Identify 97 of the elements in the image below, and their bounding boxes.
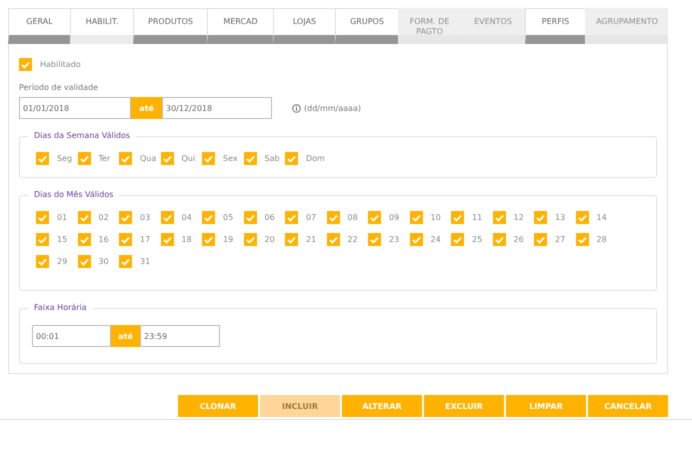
tab[interactable]: PERFIS: [525, 8, 585, 44]
checkbox-label: 25: [472, 235, 482, 244]
date-format-hint: (dd/mm/aaaa): [304, 104, 361, 112]
field-label: Período de validade: [19, 83, 99, 92]
checkbox[interactable]: [119, 152, 132, 165]
checkbox[interactable]: [410, 211, 422, 224]
checkbox-label: 11: [472, 213, 482, 222]
group-legend: Dias do Mês Válidos: [28, 190, 120, 199]
checkbox[interactable]: [19, 58, 32, 71]
tab[interactable]: LOJAS: [273, 8, 335, 44]
range-separator: até: [111, 325, 140, 347]
checkbox-label: 27: [555, 235, 566, 244]
checkbox-label: Seg: [57, 154, 72, 163]
group-legend: Dias da Semana Válidos: [28, 131, 136, 140]
checkbox[interactable]: [368, 211, 381, 224]
checkbox[interactable]: [78, 233, 90, 246]
checkbox-label: 14: [596, 213, 607, 222]
checkbox[interactable]: [160, 211, 174, 224]
checkbox[interactable]: [78, 255, 90, 268]
checkbox-label: 08: [348, 213, 358, 222]
checkbox[interactable]: [78, 152, 90, 165]
checkbox[interactable]: [36, 152, 49, 165]
range-separator: até: [131, 97, 162, 119]
checkbox-label: 19: [223, 235, 234, 244]
checkbox[interactable]: [285, 233, 298, 246]
checkbox[interactable]: [119, 233, 132, 246]
checkbox-label: 26: [514, 235, 524, 244]
checkbox[interactable]: [119, 211, 132, 224]
checkbox-label: Sab: [264, 154, 280, 163]
checkbox-label: 04: [182, 213, 192, 222]
checkbox-label: 09: [389, 213, 400, 222]
checkbox-label: 17: [140, 235, 150, 244]
checkbox-label: 03: [140, 213, 150, 222]
info-icon: [292, 104, 301, 112]
checkbox-label: 15: [57, 235, 68, 244]
checkbox[interactable]: [576, 233, 588, 246]
checkbox[interactable]: [160, 152, 174, 165]
time-field[interactable]: 00:01: [32, 325, 111, 347]
checkbox[interactable]: [36, 255, 49, 268]
tab[interactable]: MERCAD: [207, 8, 273, 44]
checkbox[interactable]: [492, 211, 506, 224]
checkbox-label: 22: [348, 235, 358, 244]
checkbox[interactable]: [36, 233, 49, 246]
checkbox[interactable]: [534, 233, 547, 246]
time-field[interactable]: 23:59: [140, 325, 220, 347]
checkbox[interactable]: [285, 211, 298, 224]
checkbox-label: Sex: [223, 154, 238, 163]
checkbox-label: 18: [182, 235, 192, 244]
checkbox[interactable]: [451, 211, 464, 224]
checkbox[interactable]: [202, 233, 215, 246]
checkbox-label: 12: [514, 213, 524, 222]
tab[interactable]: GERAL: [8, 8, 70, 44]
checkbox[interactable]: [326, 233, 340, 246]
checkbox[interactable]: [202, 152, 215, 165]
checkbox-label: 06: [264, 213, 275, 222]
checkbox-label: 24: [430, 235, 441, 244]
checkbox-label: 30: [98, 257, 109, 266]
tab[interactable]: HABILIT.: [70, 8, 133, 44]
checkbox-label: Habilitado: [40, 60, 81, 69]
checkbox[interactable]: [534, 211, 547, 224]
checkbox-label: Dom: [306, 154, 325, 163]
checkbox-label: 16: [98, 235, 109, 244]
checkbox[interactable]: [244, 211, 256, 224]
checkbox-label: 10: [430, 213, 441, 222]
checkbox[interactable]: [160, 233, 174, 246]
checkbox[interactable]: [410, 233, 422, 246]
checkbox[interactable]: [451, 233, 464, 246]
checkbox-label: 02: [98, 213, 109, 222]
checkbox-label: 29: [57, 257, 68, 266]
checkbox-label: 23: [389, 235, 400, 244]
checkbox-label: 13: [555, 213, 566, 222]
checkbox-label: Ter: [98, 154, 110, 163]
date-field[interactable]: 30/12/2018: [162, 97, 272, 119]
checkbox-label: 31: [140, 257, 150, 266]
checkbox[interactable]: [326, 211, 340, 224]
checkbox[interactable]: [368, 233, 381, 246]
checkbox[interactable]: [244, 233, 256, 246]
checkbox[interactable]: [78, 211, 90, 224]
checkbox[interactable]: [285, 152, 298, 165]
tab[interactable]: PRODUTOS: [133, 8, 207, 44]
checkbox-label: 21: [306, 235, 316, 244]
checkbox-label: 07: [306, 213, 316, 222]
date-field[interactable]: 01/01/2018: [19, 97, 131, 119]
checkbox[interactable]: [244, 152, 256, 165]
tab[interactable]: GRUPOS: [335, 8, 398, 44]
checkbox[interactable]: [576, 211, 588, 224]
checkbox-label: 28: [596, 235, 607, 244]
checkbox-label: 05: [223, 213, 234, 222]
checkbox[interactable]: [119, 255, 132, 268]
checkbox-label: 20: [264, 235, 275, 244]
checkbox-label: 01: [57, 213, 68, 222]
checkbox[interactable]: [36, 211, 49, 224]
checkbox-label: Qua: [140, 154, 156, 163]
checkbox[interactable]: [202, 211, 215, 224]
checkbox[interactable]: [492, 233, 506, 246]
checkbox-label: Qui: [182, 154, 196, 163]
group-legend: Faixa Horária: [28, 303, 93, 312]
